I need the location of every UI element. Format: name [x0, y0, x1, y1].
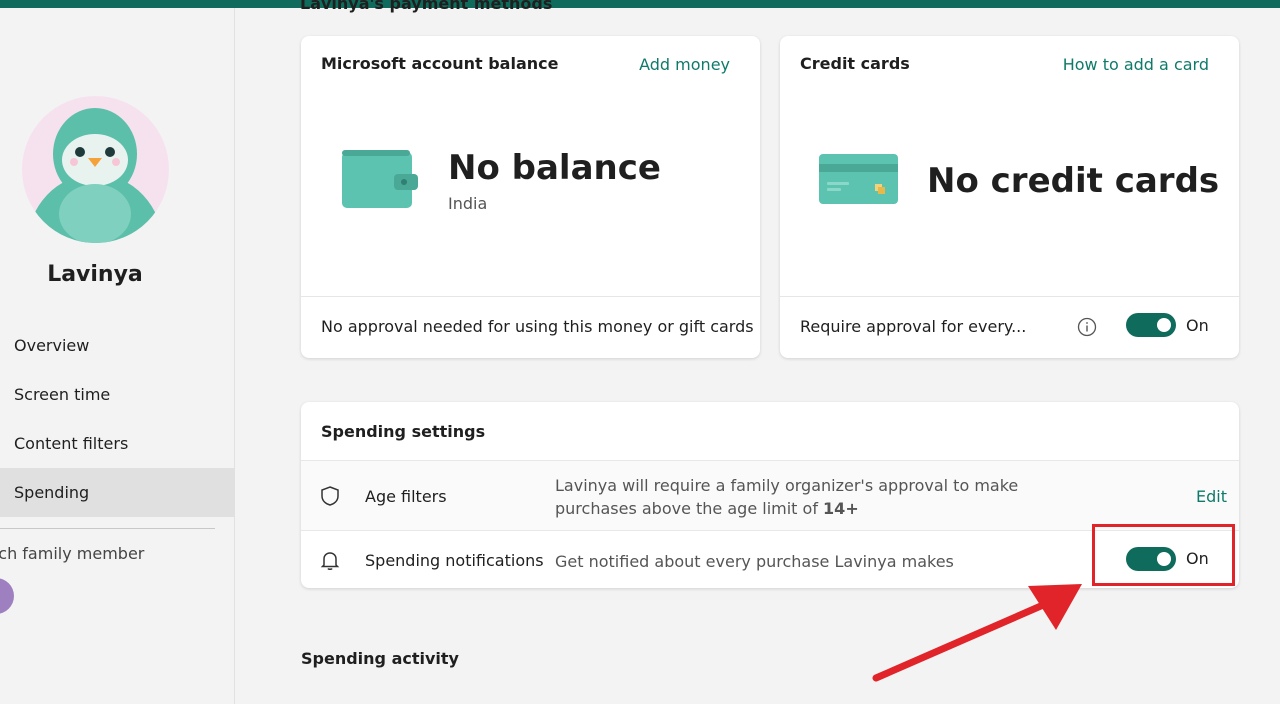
- wallet-icon: [342, 150, 418, 208]
- require-approval-toggle-label: On: [1186, 316, 1209, 335]
- require-approval-toggle[interactable]: [1126, 313, 1176, 337]
- credit-card-status: No credit cards: [927, 161, 1220, 201]
- payment-methods-title: Lavinya's payment methods: [300, 0, 553, 13]
- credit-card-footer-text: Require approval for every...: [800, 317, 1027, 336]
- how-to-add-card-link[interactable]: How to add a card: [1063, 55, 1209, 74]
- penguin-avatar-icon: [27, 108, 163, 243]
- spending-notifications-label: Spending notifications: [365, 551, 544, 570]
- sidebar-item-spending[interactable]: Spending: [0, 468, 235, 517]
- avatar: [22, 96, 169, 243]
- credit-card-icon: [819, 154, 898, 204]
- age-filters-description: Lavinya will require a family organizer'…: [555, 474, 1018, 520]
- toggle-knob: [1157, 318, 1171, 332]
- credit-card-card: Credit cards How to add a card No credit…: [780, 36, 1239, 358]
- divider: [0, 528, 215, 529]
- age-limit-value: 14+: [823, 499, 859, 518]
- profile-name: Lavinya: [47, 262, 143, 287]
- bell-icon: [320, 552, 340, 570]
- balance-region: India: [448, 194, 488, 213]
- spending-settings-title: Spending settings: [321, 422, 486, 441]
- shield-icon: [321, 486, 339, 506]
- sidebar-item-screen-time[interactable]: Screen time: [0, 370, 235, 419]
- balance-card-title: Microsoft account balance: [321, 54, 559, 73]
- balance-card-footer: No approval needed for using this money …: [301, 296, 760, 358]
- sidebar-item-overview[interactable]: Overview: [0, 321, 235, 370]
- switch-family-member-link[interactable]: tch family member: [0, 544, 144, 563]
- add-money-link[interactable]: Add money: [639, 55, 730, 74]
- age-filters-label: Age filters: [365, 487, 447, 506]
- info-icon[interactable]: [1077, 317, 1097, 337]
- balance-card: Microsoft account balance Add money No b…: [301, 36, 760, 358]
- age-filters-desc-line2: purchases above the age limit of: [555, 499, 824, 518]
- spending-activity-title: Spending activity: [301, 649, 459, 668]
- sidebar: Lavinya Overview Screen time Content fil…: [0, 8, 235, 704]
- age-filters-row: Age filters Lavinya will require a famil…: [301, 460, 1239, 530]
- credit-card-title: Credit cards: [800, 54, 910, 73]
- balance-footer-text: No approval needed for using this money …: [321, 317, 754, 336]
- sidebar-item-content-filters[interactable]: Content filters: [0, 419, 235, 468]
- top-bar: [0, 0, 1280, 8]
- age-filters-desc-line1: Lavinya will require a family organizer'…: [555, 476, 1019, 495]
- annotation-arrow-icon: [872, 584, 1082, 682]
- age-filters-edit-link[interactable]: Edit: [1196, 487, 1227, 506]
- family-member-avatar[interactable]: [0, 578, 14, 614]
- balance-amount: No balance: [448, 148, 661, 188]
- highlight-box: [1092, 524, 1235, 586]
- credit-card-footer: Require approval for every... On: [780, 296, 1239, 358]
